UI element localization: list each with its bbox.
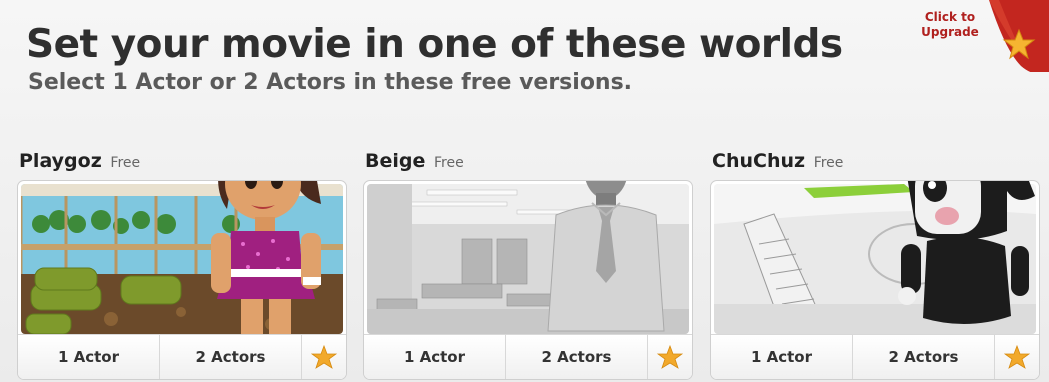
upgrade-star-button[interactable] (301, 335, 346, 379)
upgrade-label-line2: Upgrade (921, 25, 979, 39)
two-actors-button[interactable]: 2 Actors (505, 335, 647, 379)
world-card-beige: Beige Free 1 Actor 2 Actors (363, 150, 693, 380)
world-name: Playgoz (19, 150, 102, 172)
character-chuchuz (898, 181, 1035, 325)
upgrade-corner-button[interactable] (985, 0, 1049, 72)
actor-button-row: 1 Actor 2 Actors (18, 334, 346, 379)
world-title: Beige Free (365, 150, 464, 172)
page-title: Set your movie in one of these worlds (26, 22, 843, 67)
star-icon (657, 344, 683, 369)
star-icon (1004, 344, 1030, 369)
actor-button-row: 1 Actor 2 Actors (711, 334, 1039, 379)
world-frame: 1 Actor 2 Actors (363, 180, 693, 380)
world-card-chuchuz: ChuChuz Free 1 Actor 2 Actors (710, 150, 1040, 380)
star-icon (311, 344, 337, 369)
world-title: Playgoz Free (19, 150, 140, 172)
world-name: ChuChuz (712, 150, 806, 172)
world-frame: 1 Actor 2 Actors (17, 180, 347, 380)
upgrade-star-button[interactable] (647, 335, 692, 379)
two-actors-button[interactable]: 2 Actors (159, 335, 301, 379)
page-subtitle: Select 1 Actor or 2 Actors in these free… (28, 70, 633, 95)
upgrade-label[interactable]: Click to Upgrade (905, 10, 995, 40)
world-title: ChuChuz Free (712, 150, 843, 172)
upgrade-star-button[interactable] (994, 335, 1039, 379)
character-playgoz (211, 181, 321, 339)
free-badge: Free (110, 155, 141, 171)
free-badge: Free (434, 155, 464, 171)
free-badge: Free (813, 155, 844, 171)
world-card-playgoz: Playgoz Free 1 Actor 2 Actors (17, 150, 347, 380)
actor-button-row: 1 Actor 2 Actors (364, 334, 692, 379)
character-beige (547, 181, 665, 332)
two-actors-button[interactable]: 2 Actors (852, 335, 994, 379)
upgrade-label-line1: Click to (924, 10, 976, 24)
one-actor-button[interactable]: 1 Actor (364, 335, 505, 379)
world-name: Beige (365, 150, 426, 172)
one-actor-button[interactable]: 1 Actor (18, 335, 159, 379)
world-frame: 1 Actor 2 Actors (710, 180, 1040, 380)
one-actor-button[interactable]: 1 Actor (711, 335, 852, 379)
